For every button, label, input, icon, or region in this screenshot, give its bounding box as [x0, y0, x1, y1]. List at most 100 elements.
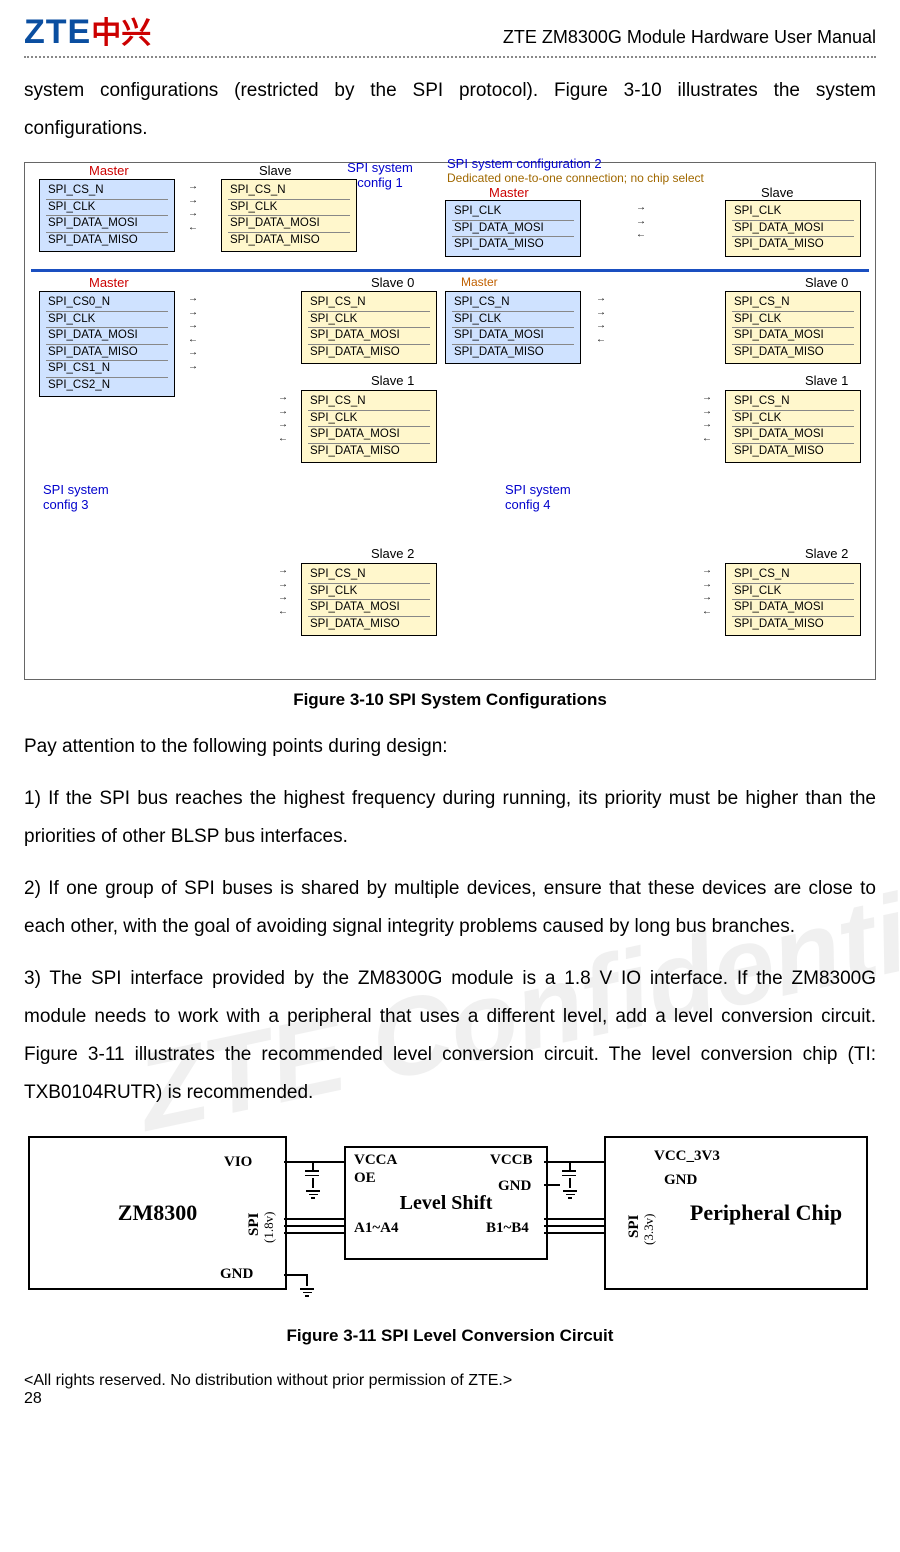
pin-label: SPI_CS_N: [308, 567, 430, 583]
label-master: Master: [89, 275, 129, 290]
design-intro: Pay attention to the following points du…: [24, 728, 876, 766]
logo-latin: ZTE: [24, 13, 91, 51]
pin-label: SPI_DATA_MISO: [308, 443, 430, 460]
pin-label: SPI_CLK: [46, 311, 168, 328]
label-config4: SPI system config 4: [505, 483, 595, 513]
label-b1b4: B1~B4: [486, 1220, 529, 1237]
pin-label: SPI_CLK: [308, 410, 430, 427]
pin-label: SPI_DATA_MOSI: [46, 327, 168, 344]
arrow-icon: →→←: [621, 203, 661, 240]
peripheral-chip-label: Peripheral Chip: [690, 1201, 842, 1225]
arrow-icon: →→→←: [263, 393, 303, 444]
cfg2-slave-box: SPI_CLK SPI_DATA_MOSI SPI_DATA_MISO: [725, 200, 861, 257]
pin-label: SPI_CS_N: [732, 295, 854, 311]
wire: [544, 1184, 560, 1186]
pin-label: SPI_DATA_MOSI: [732, 426, 854, 443]
cfg3-slave2-box: SPI_CS_N SPI_CLK SPI_DATA_MOSI SPI_DATA_…: [301, 563, 437, 636]
cfg2-master-box: SPI_CLK SPI_DATA_MOSI SPI_DATA_MISO: [445, 200, 581, 257]
label-master: Master: [489, 185, 529, 200]
pin-label: SPI_CLK: [228, 199, 350, 216]
pin-label: SPI_CLK: [452, 204, 574, 220]
label-slave0: Slave 0: [805, 275, 848, 290]
figure-3-11-level-conversion: ZM8300 VIO SPI (1.8v) GND Level Shift VC…: [24, 1126, 876, 1316]
pin-label: SPI_CS_N: [46, 183, 168, 199]
pin-label: SPI_DATA_MOSI: [228, 215, 350, 232]
pin-label: SPI_CLK: [452, 311, 574, 328]
pin-label: SPI_CLK: [732, 583, 854, 600]
pin-label: SPI_DATA_MISO: [732, 443, 854, 460]
cfg4-slave2-box: SPI_CS_N SPI_CLK SPI_DATA_MOSI SPI_DATA_…: [725, 563, 861, 636]
pin-label: SPI_DATA_MISO: [46, 232, 168, 249]
label-vccb: VCCB: [490, 1152, 533, 1169]
pin-label: SPI_DATA_MISO: [46, 344, 168, 361]
wire: [284, 1232, 344, 1234]
figure-3-11-caption: Figure 3-11 SPI Level Conversion Circuit: [24, 1326, 876, 1346]
figure-3-10-spi-configs: Master Slave SPI system config 1 SPI sys…: [24, 162, 876, 680]
label-slave1: Slave 1: [371, 373, 414, 388]
design-point-1: 1) If the SPI bus reaches the highest fr…: [24, 780, 876, 856]
zte-logo: ZTE中兴: [24, 8, 151, 52]
design-point-3: 3) The SPI interface provided by the ZM8…: [24, 960, 876, 1112]
cfg3-slave1-box: SPI_CS_N SPI_CLK SPI_DATA_MOSI SPI_DATA_…: [301, 390, 437, 463]
header-divider: [24, 56, 876, 58]
pin-label: SPI_DATA_MISO: [228, 232, 350, 249]
arrow-icon: →→→←: [687, 393, 727, 444]
label-config2-line1: SPI system configuration 2: [447, 157, 602, 172]
design-point-2: 2) If one group of SPI buses is shared b…: [24, 870, 876, 946]
wire: [544, 1161, 604, 1163]
cfg1-slave-box: SPI_CS_N SPI_CLK SPI_DATA_MOSI SPI_DATA_…: [221, 179, 357, 252]
label-master: Master: [89, 163, 129, 178]
pin-label: SPI_CS_N: [228, 183, 350, 199]
cfg4-slave0-box: SPI_CS_N SPI_CLK SPI_DATA_MOSI SPI_DATA_…: [725, 291, 861, 364]
label-gnd: GND: [498, 1178, 531, 1195]
label-oe: OE: [354, 1170, 376, 1187]
intro-paragraph: system configurations (restricted by the…: [24, 72, 876, 148]
pin-label: SPI_DATA_MISO: [452, 236, 574, 253]
cfg4-master-box: SPI_CS_N SPI_CLK SPI_DATA_MOSI SPI_DATA_…: [445, 291, 581, 364]
label-1-8v: (1.8v): [261, 1212, 277, 1243]
figure-3-10-caption: Figure 3-10 SPI System Configurations: [24, 690, 876, 710]
label-config2-line2: Dedicated one-to-one connection; no chip…: [447, 172, 704, 186]
logo-cn: 中兴: [91, 17, 151, 50]
pin-label: SPI_CS1_N: [46, 360, 168, 377]
wire: [312, 1178, 314, 1188]
level-shift-label: Level Shift: [400, 1192, 493, 1214]
label-master: Master: [461, 275, 498, 289]
wire: [284, 1225, 344, 1227]
pin-label: SPI_CS_N: [452, 295, 574, 311]
pin-label: SPI_CS0_N: [46, 295, 168, 311]
wire: [284, 1161, 344, 1163]
label-vio: VIO: [224, 1154, 252, 1171]
cfg1-master-box: SPI_CS_N SPI_CLK SPI_DATA_MOSI SPI_DATA_…: [39, 179, 175, 252]
cfg3-slave0-box: SPI_CS_N SPI_CLK SPI_DATA_MOSI SPI_DATA_…: [301, 291, 437, 364]
zm8300-label: ZM8300: [118, 1200, 197, 1226]
pin-label: SPI_CLK: [308, 583, 430, 600]
pin-label: SPI_CLK: [732, 204, 854, 220]
pin-label: SPI_DATA_MISO: [308, 344, 430, 361]
pin-label: SPI_CS_N: [732, 394, 854, 410]
pin-label: SPI_DATA_MOSI: [46, 215, 168, 232]
label-config3: SPI system config 3: [43, 483, 133, 513]
pin-label: SPI_CLK: [46, 199, 168, 216]
wire: [569, 1161, 571, 1170]
pin-label: SPI_CLK: [732, 410, 854, 427]
section-divider: [31, 269, 869, 272]
ground-icon: [299, 1286, 315, 1297]
wire: [312, 1161, 314, 1170]
page-header: ZTE中兴 ZTE ZM8300G Module Hardware User M…: [24, 0, 876, 52]
footer-rights: <All rights reserved. No distribution wi…: [24, 1372, 876, 1390]
label-slave2: Slave 2: [371, 546, 414, 561]
pin-label: SPI_CS_N: [308, 394, 430, 410]
pin-label: SPI_DATA_MOSI: [452, 220, 574, 237]
document-title: ZTE ZM8300G Module Hardware User Manual: [503, 27, 876, 52]
label-a1a4: A1~A4: [354, 1220, 398, 1237]
wire: [544, 1225, 604, 1227]
cfg3-master-box: SPI_CS0_N SPI_CLK SPI_DATA_MOSI SPI_DATA…: [39, 291, 175, 397]
pin-label: SPI_DATA_MOSI: [732, 327, 854, 344]
arrow-icon: →→→←: [173, 182, 213, 233]
label-slave1: Slave 1: [805, 373, 848, 388]
pin-label: SPI_DATA_MOSI: [732, 599, 854, 616]
cfg4-slave1-box: SPI_CS_N SPI_CLK SPI_DATA_MOSI SPI_DATA_…: [725, 390, 861, 463]
arrow-icon: →→→←: [687, 566, 727, 617]
pin-label: SPI_CS2_N: [46, 377, 168, 394]
